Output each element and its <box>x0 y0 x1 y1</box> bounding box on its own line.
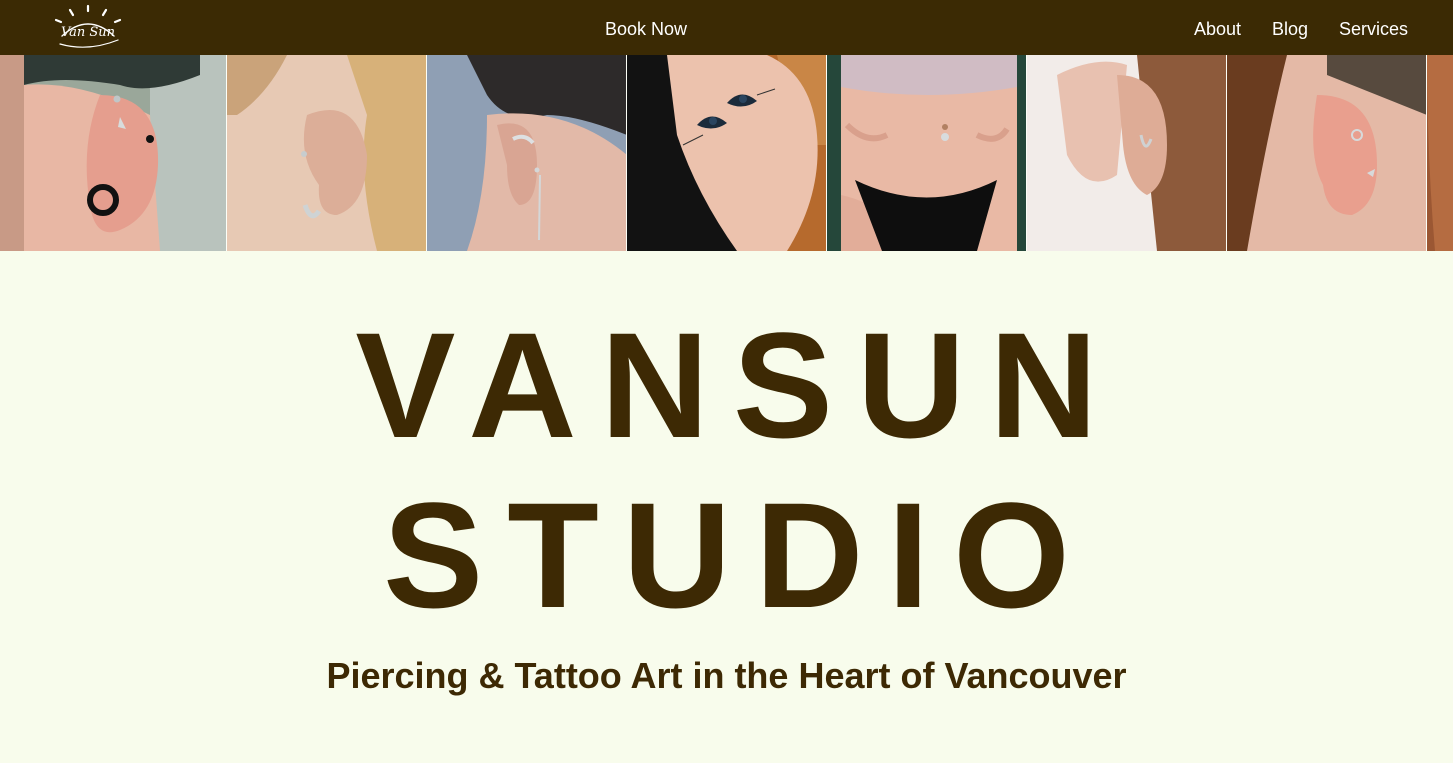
top-navbar: Van Sun Book Now About Blog Services <box>0 0 1453 55</box>
gallery-photo-ear-hoop[interactable] <box>226 55 426 251</box>
services-link[interactable]: Services <box>1339 18 1408 40</box>
hero-title-line-2: STUDIO <box>383 471 1094 639</box>
hero-tagline: Piercing & Tattoo Art in the Heart of Va… <box>326 655 1127 696</box>
hero-title: VANSUN STUDIO <box>0 300 1453 640</box>
gallery-photo-ear-lobe-hoop[interactable] <box>1026 55 1226 251</box>
gallery-photo-ear-tunnel[interactable] <box>0 55 226 251</box>
hero-title-line-1: VANSUN <box>355 301 1122 469</box>
gallery-photo-navel-piercing[interactable] <box>826 55 1026 251</box>
blog-link[interactable]: Blog <box>1272 18 1308 40</box>
gallery-photo-partial[interactable] <box>1426 55 1453 251</box>
gallery-photo-ear-cuff[interactable] <box>426 55 626 251</box>
sun-logo-icon: Van Sun <box>54 4 122 48</box>
book-now-link[interactable]: Book Now <box>605 18 687 40</box>
gallery-photo-ear-daith[interactable] <box>1226 55 1426 251</box>
gallery-photo-shoulder-tattoo[interactable] <box>626 55 826 251</box>
about-link[interactable]: About <box>1194 18 1241 40</box>
vansun-logo[interactable]: Van Sun <box>48 2 128 52</box>
photo-gallery-strip <box>0 55 1453 251</box>
svg-text:Van Sun: Van Sun <box>61 25 115 40</box>
